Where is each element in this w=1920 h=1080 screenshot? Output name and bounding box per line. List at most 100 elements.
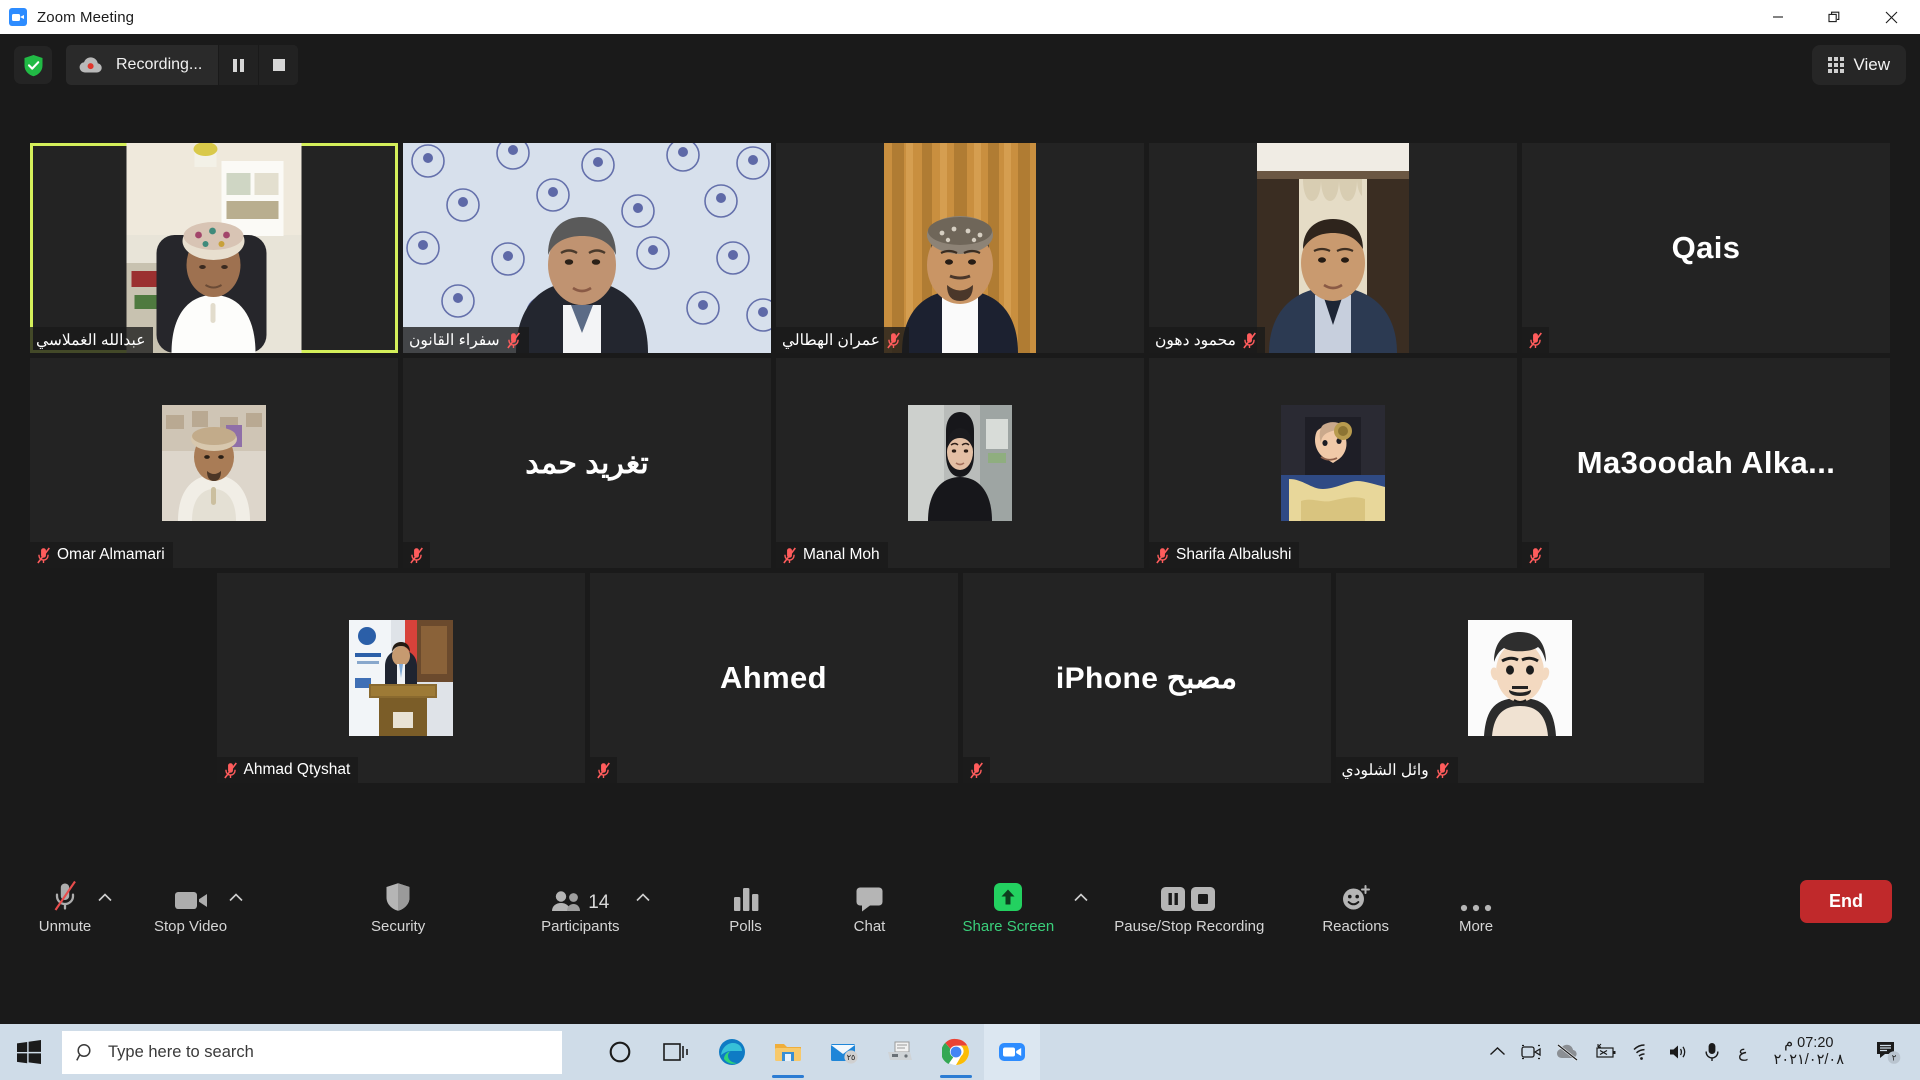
- chat-button[interactable]: Chat: [839, 865, 901, 937]
- file-explorer-icon[interactable]: [760, 1024, 816, 1080]
- security-shield-icon[interactable]: [14, 46, 52, 84]
- participant-name-strip: Manal Moh: [776, 542, 888, 568]
- close-button[interactable]: [1863, 0, 1920, 34]
- chevron-up-icon[interactable]: [98, 891, 112, 905]
- people-icon: 14: [551, 878, 609, 912]
- participant-tile[interactable]: Sharifa Albalushi: [1149, 358, 1517, 568]
- recording-cloud-icon: [79, 56, 105, 74]
- avatar: [1281, 405, 1385, 521]
- recording-control-label: Pause/Stop Recording: [1114, 918, 1265, 935]
- more-button[interactable]: More: [1445, 865, 1507, 937]
- chevron-up-icon[interactable]: [1074, 891, 1088, 905]
- mic-muted-icon: [1243, 332, 1256, 348]
- video-feed: [126, 143, 302, 353]
- volume-icon[interactable]: [1668, 1043, 1690, 1061]
- wifi-icon[interactable]: [1632, 1043, 1654, 1061]
- view-label: View: [1853, 55, 1890, 74]
- zoom-icon: [9, 8, 27, 26]
- zoom-taskbar-icon[interactable]: [984, 1024, 1040, 1080]
- participant-tile[interactable]: وائل الشلودي: [1335, 573, 1704, 783]
- minimize-button[interactable]: [1749, 0, 1806, 34]
- pause-stop-recording-button[interactable]: Pause/Stop Recording: [1114, 865, 1264, 937]
- reactions-label: Reactions: [1322, 918, 1390, 935]
- battery-error-icon[interactable]: [1594, 1043, 1618, 1061]
- participant-tile[interactable]: سفراء القانون: [403, 143, 771, 353]
- camera-icon[interactable]: [1520, 1042, 1542, 1062]
- language-indicator[interactable]: ع: [1734, 1042, 1752, 1062]
- search-input[interactable]: Type here to search: [62, 1030, 562, 1074]
- participant-tile[interactable]: عمران الهطالي: [776, 143, 1144, 353]
- participant-tile[interactable]: عبدالله الغملاسي: [30, 143, 398, 353]
- stop-video-button[interactable]: Stop Video: [154, 865, 243, 937]
- mic-muted-icon: [1529, 547, 1542, 563]
- onedrive-offline-icon[interactable]: [1556, 1043, 1580, 1061]
- participant-name-strip: محمود دهون: [1149, 327, 1265, 353]
- participant-tile[interactable]: Omar Almamari: [30, 358, 398, 568]
- microphone-icon[interactable]: [1704, 1042, 1720, 1062]
- participant-tile[interactable]: Manal Moh: [776, 358, 1144, 568]
- chevron-up-icon[interactable]: [229, 891, 243, 905]
- mail-icon[interactable]: ٢٥: [816, 1024, 872, 1080]
- clock-time: 07:20 م: [1784, 1034, 1834, 1051]
- app-running-indicator: [940, 1075, 972, 1078]
- unmute-label: Unmute: [38, 918, 92, 935]
- participant-name-strip: سفراء القانون: [403, 327, 529, 353]
- chevron-up-icon[interactable]: [1489, 1046, 1506, 1058]
- clock[interactable]: 07:20 م ٢٠٢١/٠٢/٠٨: [1766, 1035, 1852, 1069]
- video-feed: [403, 143, 771, 353]
- participant-tile[interactable]: محمود دهون: [1149, 143, 1517, 353]
- mail-badge-count: ٢٥: [847, 1053, 856, 1062]
- pause-icon: [233, 58, 245, 72]
- participants-button[interactable]: 14 Participants: [541, 865, 650, 937]
- share-screen-button[interactable]: Share Screen: [963, 865, 1088, 937]
- view-button[interactable]: View: [1812, 45, 1906, 85]
- participant-name: Ahmad Qtyshat: [243, 761, 351, 778]
- mic-muted-icon: [410, 547, 423, 563]
- pause-recording-button[interactable]: [218, 45, 259, 85]
- participant-name-strip: [403, 542, 430, 568]
- task-view-icon[interactable]: [648, 1024, 704, 1080]
- search-placeholder: Type here to search: [108, 1042, 254, 1061]
- mic-muted-icon: [1529, 332, 1542, 348]
- avatar: [908, 405, 1012, 521]
- security-button[interactable]: Security: [367, 865, 429, 937]
- participant-name-strip: [1522, 542, 1549, 568]
- cortana-icon[interactable]: [592, 1024, 648, 1080]
- system-tray: ع 07:20 م ٢٠٢١/٠٢/٠٨ ٢: [1489, 1024, 1920, 1080]
- reactions-button[interactable]: Reactions: [1322, 865, 1389, 937]
- avatar: [348, 620, 453, 736]
- video-grid-row: عبدالله الغملاسي سفراء القانون عمران اله…: [30, 143, 1890, 353]
- windows-start-icon[interactable]: [0, 1024, 58, 1080]
- grid-view-icon: [1828, 57, 1845, 73]
- speech-bubble-icon: [855, 878, 885, 912]
- polls-button[interactable]: Polls: [715, 865, 777, 937]
- participant-display-name: Ma3oodah Alka...: [1576, 445, 1836, 480]
- participant-tile[interactable]: Ahmad Qtyshat: [216, 573, 585, 783]
- participant-tile[interactable]: مصبح iPhone: [962, 573, 1331, 783]
- fax-and-scan-icon[interactable]: [872, 1024, 928, 1080]
- google-chrome-icon[interactable]: [928, 1024, 984, 1080]
- ellipsis-icon: [1460, 878, 1492, 912]
- participant-tile[interactable]: Qais: [1522, 143, 1890, 353]
- participants-count: 14: [588, 892, 610, 913]
- restore-button[interactable]: [1806, 0, 1863, 34]
- video-grid-row: Omar Almamari تغريد حمد Manal Moh Sharif…: [30, 358, 1890, 568]
- participant-tile[interactable]: Ma3oodah Alka...: [1522, 358, 1890, 568]
- microsoft-edge-icon[interactable]: [704, 1024, 760, 1080]
- chevron-up-icon[interactable]: [635, 891, 650, 905]
- app-running-indicator: [772, 1075, 804, 1078]
- video-grid-row: Ahmad Qtyshat Ahmed مصبح iPhone وائل الش…: [36, 573, 1884, 783]
- stop-recording-button[interactable]: [258, 45, 299, 85]
- participant-name-strip: Sharifa Albalushi: [1149, 542, 1300, 568]
- participant-name-strip: عبدالله الغملاسي: [30, 327, 154, 353]
- participant-tile[interactable]: Ahmed: [589, 573, 958, 783]
- action-center-icon[interactable]: ٢: [1866, 1024, 1910, 1080]
- participant-display-name: تغريد حمد: [525, 446, 649, 480]
- participant-name: وائل الشلودي: [1341, 761, 1429, 779]
- mic-muted-icon: [596, 762, 610, 778]
- end-meeting-button[interactable]: End: [1800, 879, 1892, 923]
- unmute-button[interactable]: Unmute: [34, 865, 112, 937]
- notifications-badge: ٢: [1892, 1053, 1897, 1063]
- participant-name: سفراء القانون: [409, 331, 500, 349]
- participant-tile[interactable]: تغريد حمد: [403, 358, 771, 568]
